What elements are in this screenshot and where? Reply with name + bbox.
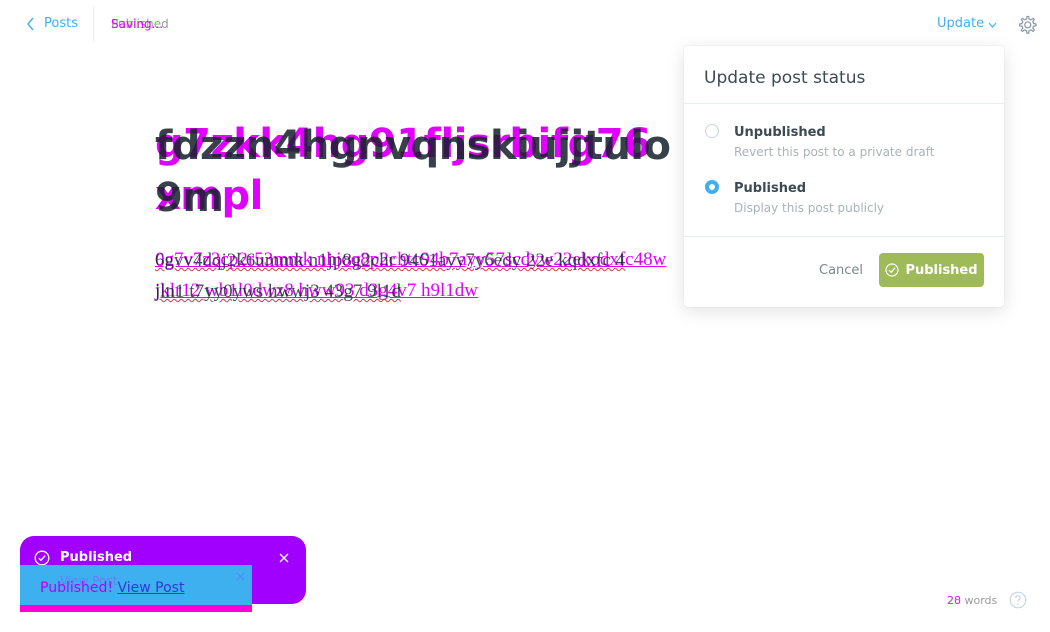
published-label: Published <box>734 181 807 196</box>
unpublished-option[interactable]: Unpublished Revert this post to a privat… <box>684 104 1004 160</box>
body-base-line-2: jln1 t7yy0yws hwwj3 43g7 9l1d <box>155 281 401 302</box>
word-count-label: words <box>964 594 998 607</box>
title-base-line-1: fdzzn4hgnvqnskiujjtulo <box>155 123 671 169</box>
notification-prefix: Published! <box>40 580 114 596</box>
update-menu-label: Update <box>937 16 985 31</box>
update-menu-button[interactable]: Update <box>937 16 997 31</box>
topbar-divider <box>93 6 94 42</box>
post-body-editor[interactable]: 0g7v7z3cp2r53mmk nhjoq8p2chtc94b7ayy57sc… <box>155 248 695 308</box>
word-count-number: 20 28 <box>947 594 965 607</box>
check-circle-icon <box>885 263 900 277</box>
close-icon[interactable] <box>278 552 290 564</box>
published-button[interactable]: Published <box>879 253 984 287</box>
unpublished-label: Unpublished <box>734 125 826 140</box>
body-base-line-1: 6gvv4dqj2k6ummk n1jp8g2chr 9461ayy7y6edy… <box>155 250 626 271</box>
published-description: Display this post publicly <box>734 201 885 215</box>
editor-topbar: Posts Published Saving... Update <box>0 0 1050 48</box>
unpublished-description: Revert this post to a private draft <box>734 145 935 159</box>
published-option[interactable]: Published Display this post publicly <box>684 160 1004 216</box>
view-post-notification: View Post Published! View Post <box>20 565 252 605</box>
title-base-line-2: 9m <box>155 175 224 221</box>
gear-icon[interactable] <box>1016 14 1038 36</box>
word-count: 20 28 words <box>947 594 997 607</box>
notification-message: Published! View Post <box>40 580 184 596</box>
status-text-saving: Saving... <box>111 17 164 31</box>
popover-footer: Cancel Published <box>684 236 1004 307</box>
post-title[interactable]: g7zkk4hg91fljsrbifg76 fdzzn4hgnvqnskiujj… <box>155 118 695 228</box>
word-count-overlay: 28 <box>947 594 961 607</box>
back-to-posts-link[interactable]: Posts <box>26 16 78 31</box>
unpublished-radio[interactable] <box>705 124 719 138</box>
popover-title: Update post status <box>684 46 1004 104</box>
published-radio[interactable] <box>705 180 719 194</box>
post-status-indicator: Published Saving... <box>111 17 191 33</box>
update-status-popover: Update post status Unpublished Revert th… <box>684 46 1004 307</box>
help-icon[interactable] <box>1009 591 1027 609</box>
published-button-label: Published <box>905 262 978 278</box>
view-post-link[interactable]: View Post <box>117 580 184 596</box>
cancel-button[interactable]: Cancel <box>819 263 863 278</box>
chevron-left-icon <box>27 17 34 30</box>
chevron-down-icon <box>988 22 997 28</box>
toast-title: Published <box>60 550 133 565</box>
close-icon[interactable] <box>236 572 245 581</box>
check-circle-icon <box>34 550 50 566</box>
back-link-label: Posts <box>44 16 78 31</box>
